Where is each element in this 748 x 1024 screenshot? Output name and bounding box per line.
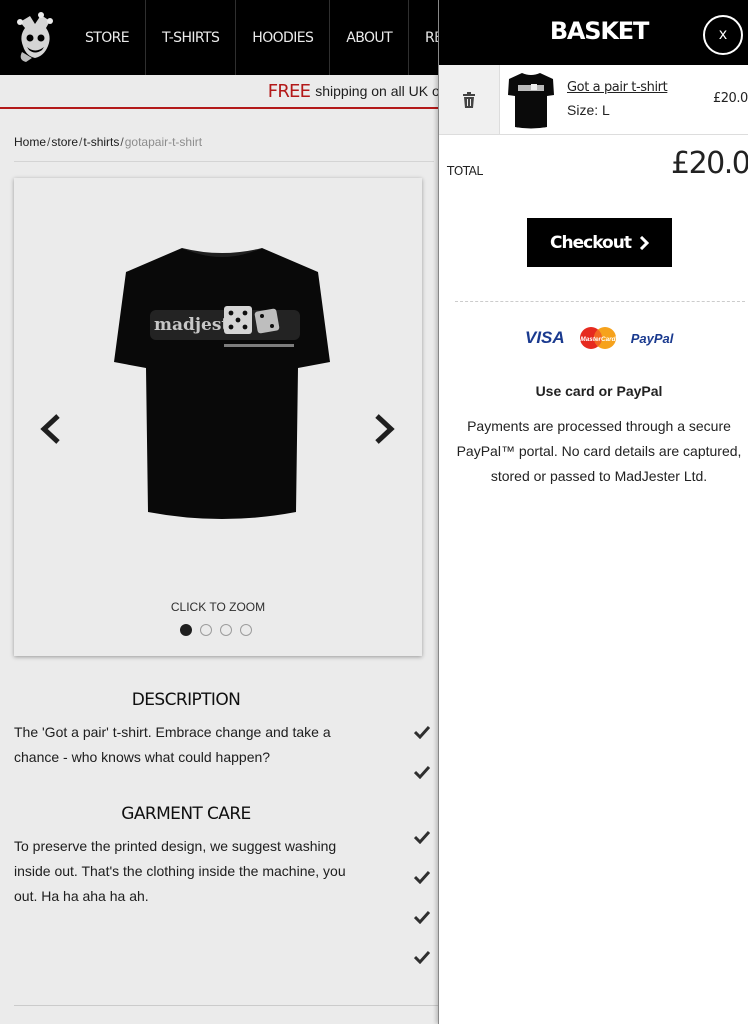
payment-note: Payments are processed through a secure … [456,418,742,484]
close-basket-button[interactable]: x [703,15,743,55]
payment-logos: VISA MasterCard PayPal [525,325,673,351]
item-price: £20.00 [713,91,748,106]
basket-line-item: Got a pair t-shirt Size: L £20.00 [439,65,748,135]
chevron-right-icon [639,235,649,250]
basket-header: BASKET x [439,0,748,65]
basket-divider [455,301,745,302]
basket-title: BASKET [549,17,650,45]
remove-item-button[interactable] [439,65,500,134]
item-name-link[interactable]: Got a pair t-shirt [567,80,668,95]
visa-logo: VISA [525,328,565,347]
checkout-button[interactable]: Checkout [527,218,672,267]
paypal-logo: PayPal [630,330,674,346]
page-dim-overlay[interactable] [0,0,438,1024]
item-size: Size: L [567,102,610,118]
total-label: TOTAL [447,164,483,178]
item-thumbnail[interactable] [507,71,555,129]
total-value: £20.00 [671,146,748,181]
mastercard-logo: MasterCard [579,327,616,349]
basket-drawer: BASKET x Got a pair t-shirt Size: L £20.… [438,0,748,1024]
trash-icon [463,91,475,108]
svg-text:MasterCard: MasterCard [580,336,616,343]
checkout-label: Checkout [550,232,632,253]
use-card-label: Use card or PayPal [535,383,663,399]
